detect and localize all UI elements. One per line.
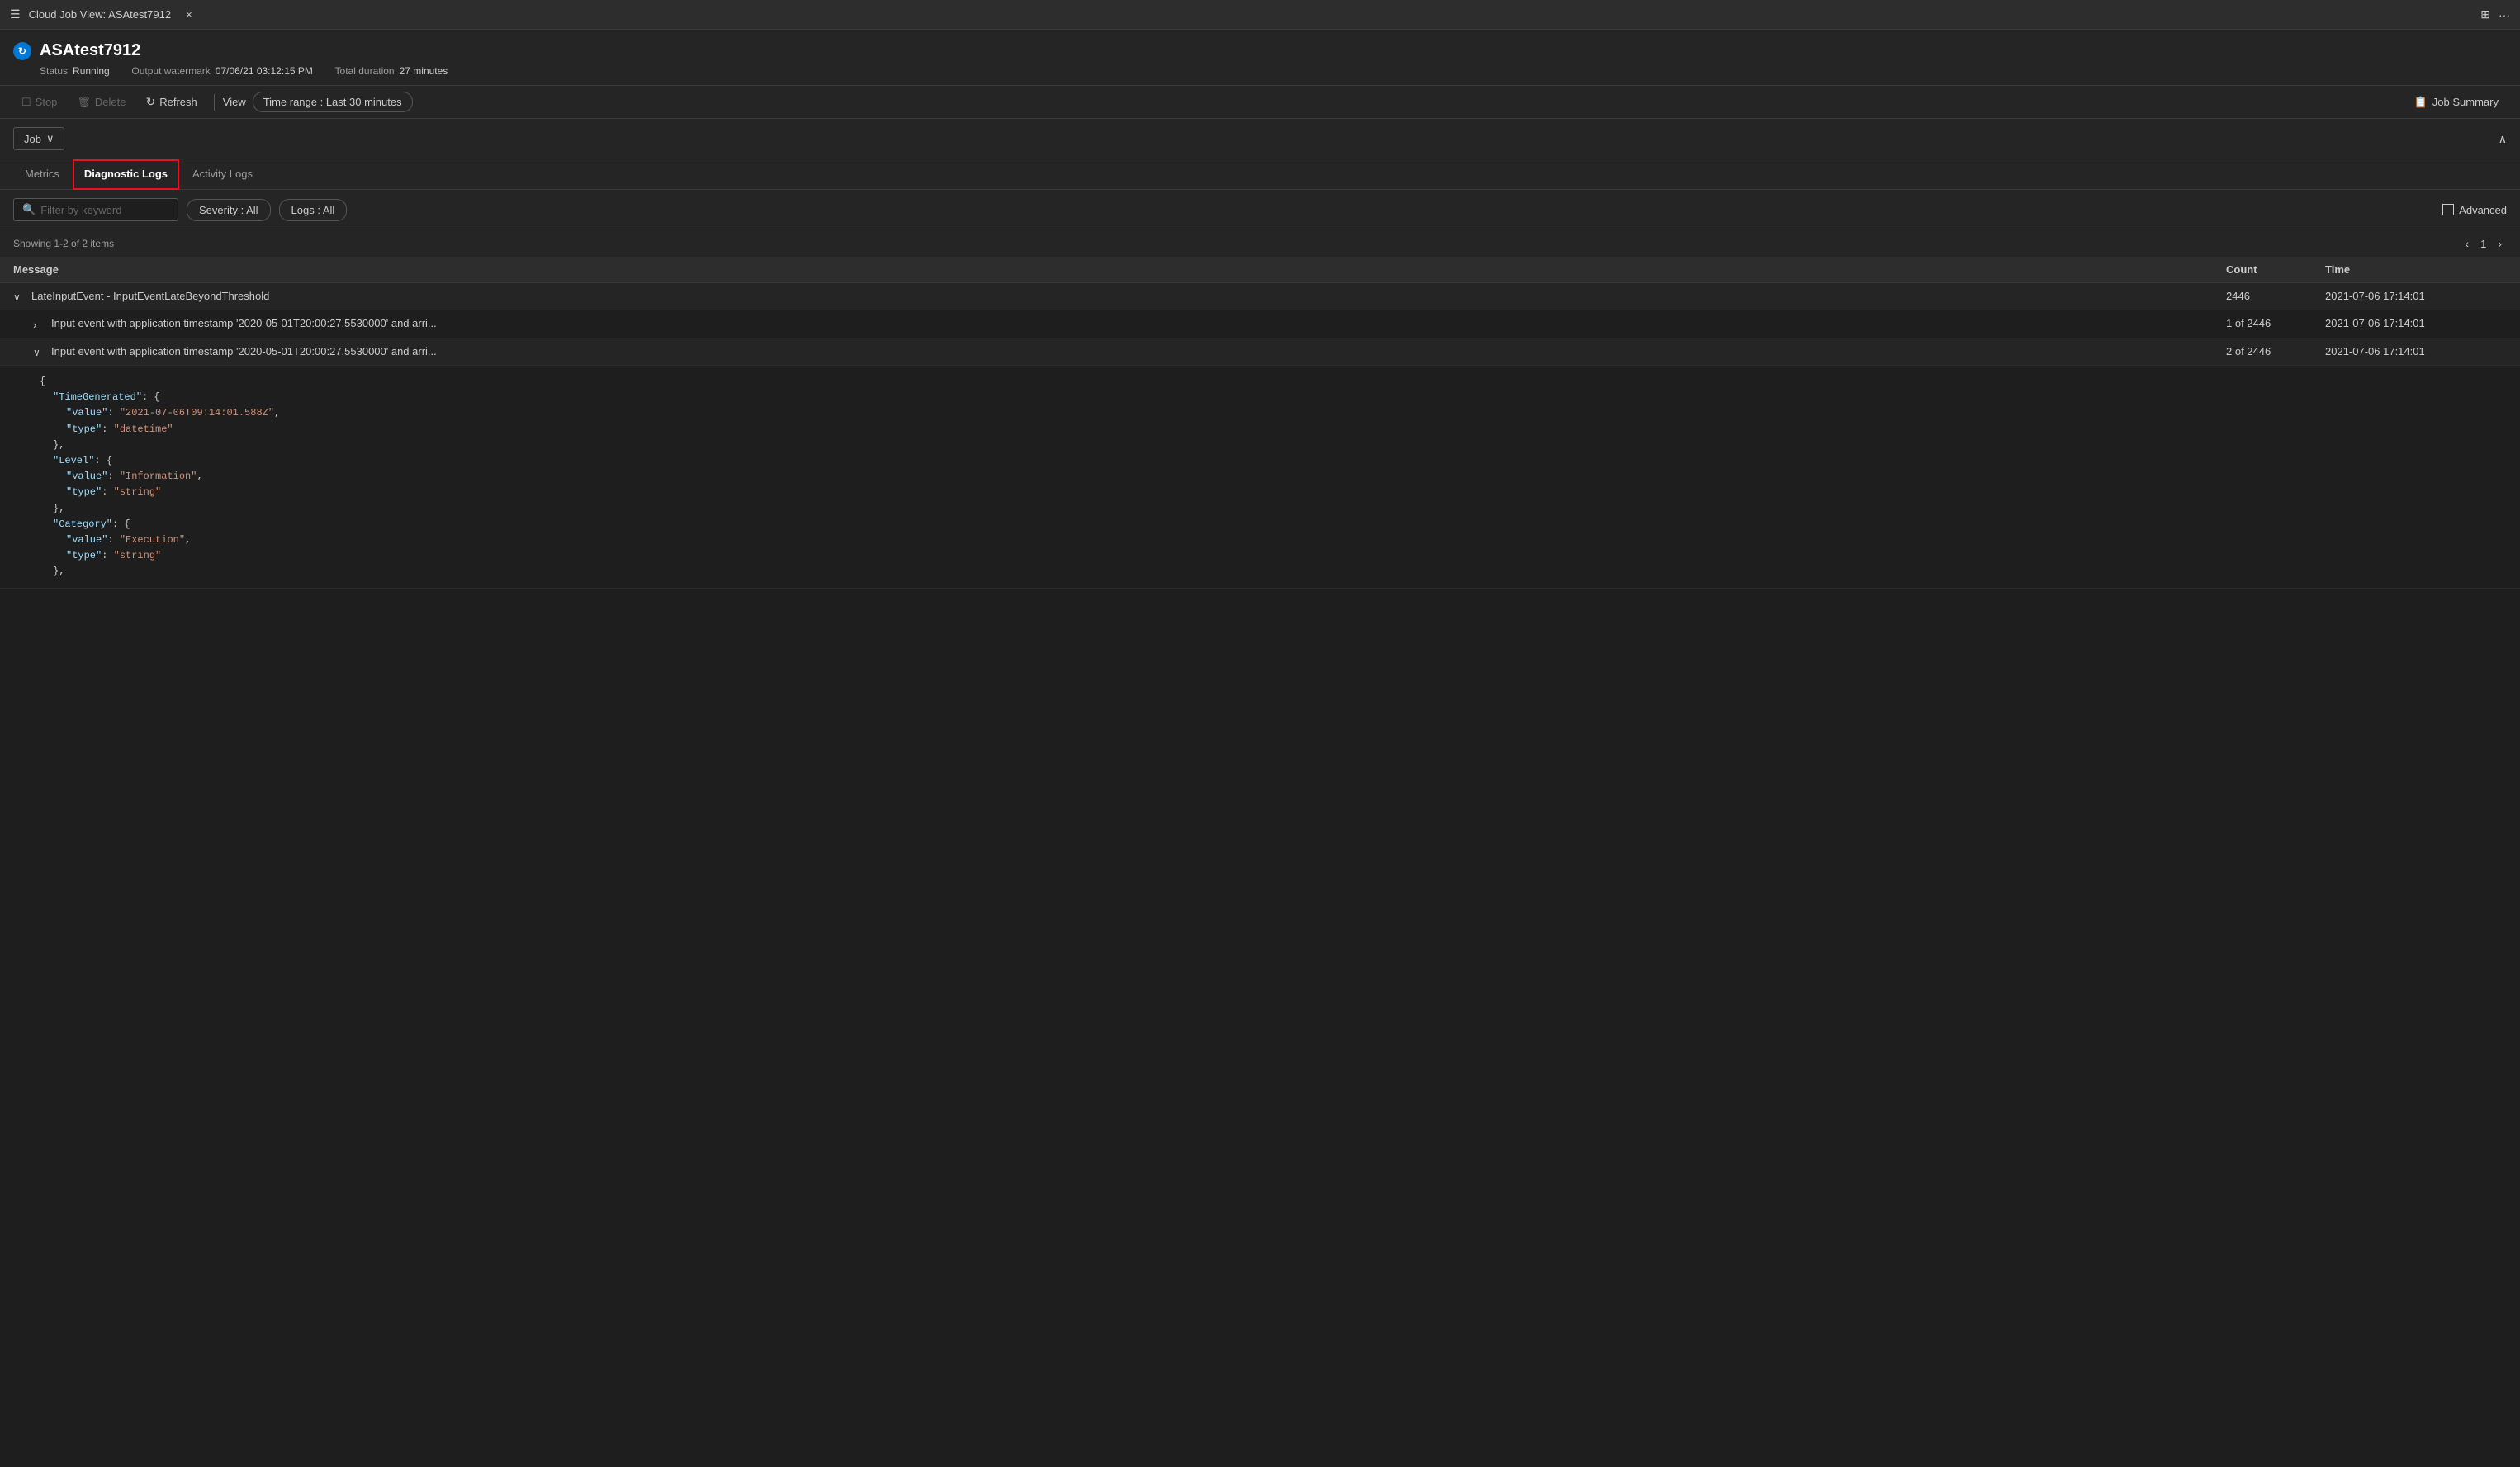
expand-row-icon[interactable]: › [33, 319, 45, 331]
toolbar: ☐ Stop 🗑 Delete ↻ Refresh View Time rang… [0, 86, 2520, 119]
tab-metrics[interactable]: Metrics [13, 159, 71, 190]
status-label: Status [40, 65, 68, 77]
message-cell: ∨ LateInputEvent - InputEventLateBeyondT… [13, 290, 2226, 303]
delete-button[interactable]: 🗑 Delete [69, 92, 134, 113]
job-summary-button[interactable]: 📋 Job Summary [2406, 92, 2507, 113]
total-duration-value: 27 minutes [400, 65, 448, 77]
title-bar: ☰ Cloud Job View: ASAtest7912 × ⊞ ··· [0, 0, 2520, 30]
json-line: "Category": { [40, 517, 2507, 532]
toolbar-right: 📋 Job Summary [2406, 92, 2507, 113]
layout-icon[interactable]: ⊞ [2480, 7, 2490, 21]
logs-filter-button[interactable]: Logs : All [279, 199, 348, 221]
advanced-icon [2442, 204, 2454, 215]
refresh-button[interactable]: ↻ Refresh [138, 91, 206, 113]
more-icon[interactable]: ··· [2499, 8, 2510, 21]
view-label: View [223, 96, 246, 108]
message-cell: › Input event with application timestamp… [33, 317, 2226, 331]
stop-button[interactable]: ☐ Stop [13, 92, 65, 113]
message-text: Input event with application timestamp '… [51, 345, 437, 357]
collapse-row-icon[interactable]: ∨ [13, 291, 25, 303]
json-line: "value": "Execution", [40, 532, 2507, 548]
json-line: "type": "string" [40, 548, 2507, 564]
json-detail: { "TimeGenerated": { "value": "2021-07-0… [0, 366, 2520, 589]
advanced-button[interactable]: Advanced [2442, 204, 2507, 216]
json-line: "Level": { [40, 453, 2507, 469]
refresh-icon: ↻ [146, 95, 156, 109]
json-line: "type": "datetime" [40, 422, 2507, 438]
filter-bar: 🔍 Severity : All Logs : All Advanced [0, 190, 2520, 230]
time-cell: 2021-07-06 17:14:01 [2325, 290, 2507, 302]
time-column-header: Time [2325, 263, 2507, 276]
tab-diagnostic-logs[interactable]: Diagnostic Logs [73, 159, 179, 190]
message-text: Input event with application timestamp '… [51, 317, 437, 329]
app-title-row: ↻ ASAtest7912 [13, 41, 2507, 60]
hamburger-icon[interactable]: ☰ [10, 7, 21, 21]
json-line: }, [40, 438, 2507, 453]
app-meta: Status Running Output watermark 07/06/21… [13, 65, 2507, 77]
next-page-button[interactable]: › [2493, 235, 2507, 252]
table-row: ∨ LateInputEvent - InputEventLateBeyondT… [0, 283, 2520, 310]
message-cell: ∨ Input event with application timestamp… [33, 345, 2226, 358]
title-text: Cloud Job View: ASAtest7912 [29, 8, 172, 21]
pagination: ‹ 1 › [2460, 235, 2507, 252]
count-cell: 1 of 2446 [2226, 317, 2325, 329]
log-table: Message Count Time ∨ LateInputEvent - In… [0, 257, 2520, 589]
chevron-down-icon: ∨ [46, 132, 54, 145]
collapse-icon[interactable]: ∧ [2499, 132, 2507, 146]
stop-icon: ☐ [21, 96, 31, 109]
toolbar-separator [214, 94, 215, 111]
count-cell: 2446 [2226, 290, 2325, 302]
json-line: }, [40, 564, 2507, 580]
prev-page-button[interactable]: ‹ [2460, 235, 2474, 252]
table-row: ∨ Input event with application timestamp… [0, 338, 2520, 366]
search-input[interactable] [40, 204, 169, 216]
app-header: ↻ ASAtest7912 Status Running Output wate… [0, 30, 2520, 86]
json-line: "TimeGenerated": { [40, 390, 2507, 405]
search-icon: 🔍 [22, 203, 36, 216]
status-value: Running [73, 65, 110, 77]
tab-activity-logs[interactable]: Activity Logs [181, 159, 264, 190]
tabs: Metrics Diagnostic Logs Activity Logs [0, 159, 2520, 190]
time-cell: 2021-07-06 17:14:01 [2325, 345, 2507, 357]
json-line: "value": "2021-07-06T09:14:01.588Z", [40, 405, 2507, 421]
job-summary-icon: 📋 [2414, 96, 2428, 109]
page-number: 1 [2480, 238, 2486, 250]
filter-search-box[interactable]: 🔍 [13, 198, 178, 221]
result-count-text: Showing 1-2 of 2 items [13, 238, 114, 249]
title-bar-left: ☰ Cloud Job View: ASAtest7912 × [10, 7, 192, 21]
count-cell: 2 of 2446 [2226, 345, 2325, 357]
delete-icon: 🗑 [77, 96, 91, 109]
output-watermark-value: 07/06/21 03:12:15 PM [216, 65, 313, 77]
app-icon: ↻ [13, 42, 31, 60]
collapse-row-icon[interactable]: ∨ [33, 347, 45, 358]
time-cell: 2021-07-06 17:14:01 [2325, 317, 2507, 329]
title-bar-right: ⊞ ··· [2480, 7, 2510, 21]
json-line: "value": "Information", [40, 469, 2507, 485]
close-icon[interactable]: × [186, 8, 192, 21]
json-line: "type": "string" [40, 485, 2507, 500]
time-range-button[interactable]: Time range : Last 30 minutes [253, 92, 413, 112]
message-text: LateInputEvent - InputEventLateBeyondThr… [31, 290, 269, 302]
json-line: { [40, 374, 2507, 390]
table-header: Message Count Time [0, 257, 2520, 283]
severity-filter-button[interactable]: Severity : All [187, 199, 271, 221]
table-row: › Input event with application timestamp… [0, 310, 2520, 338]
section-header: Job ∨ ∧ [0, 119, 2520, 159]
job-dropdown[interactable]: Job ∨ [13, 127, 64, 150]
total-duration-label: Total duration [335, 65, 395, 77]
result-count-bar: Showing 1-2 of 2 items ‹ 1 › [0, 230, 2520, 257]
output-watermark-label: Output watermark [131, 65, 210, 77]
json-line: }, [40, 501, 2507, 517]
count-column-header: Count [2226, 263, 2325, 276]
message-column-header: Message [13, 263, 2226, 276]
app-name: ASAtest7912 [40, 41, 140, 60]
main-content: Job ∨ ∧ Metrics Diagnostic Logs Activity… [0, 119, 2520, 1458]
